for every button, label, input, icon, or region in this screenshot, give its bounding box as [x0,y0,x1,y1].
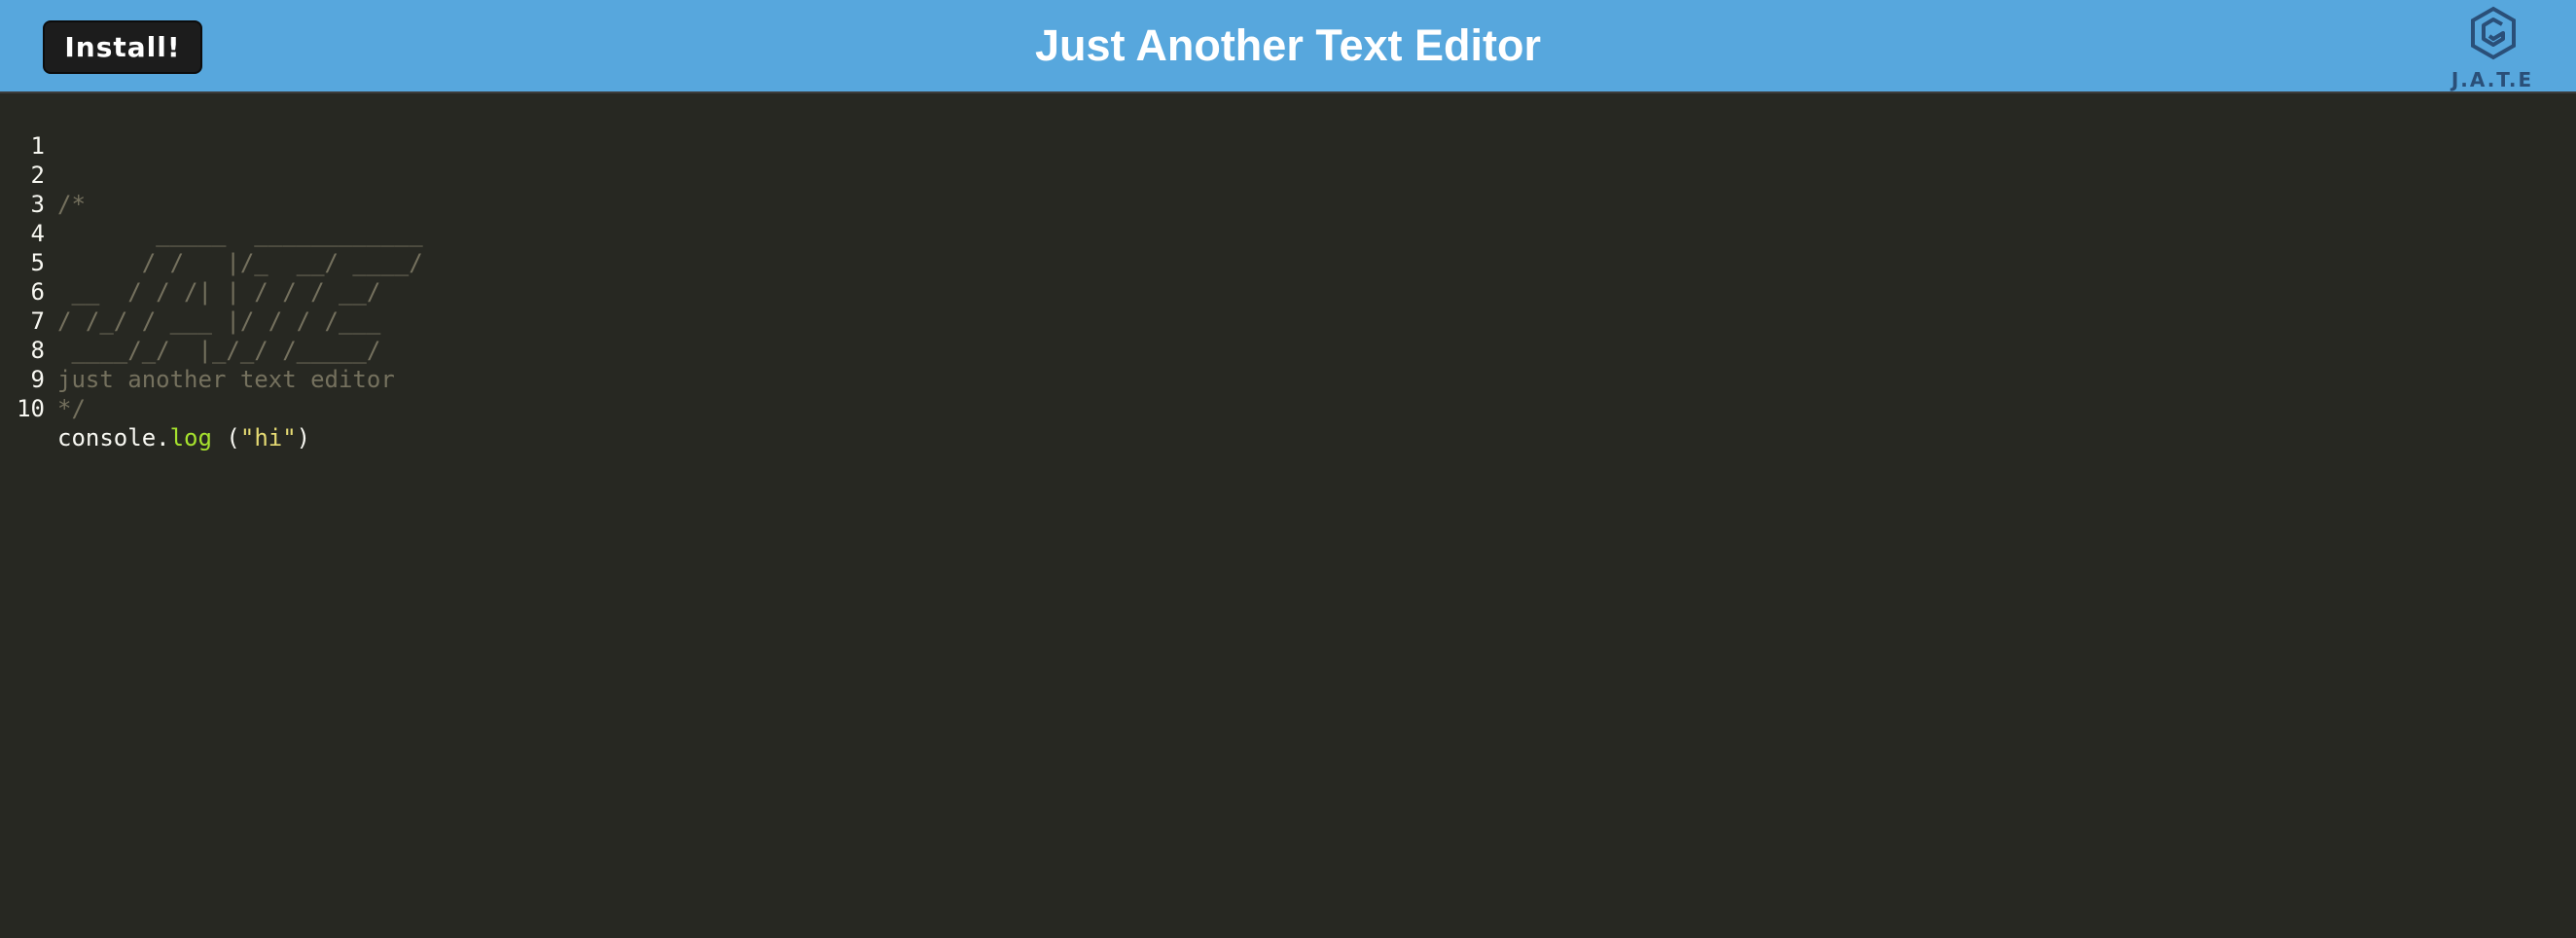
code-method: log [169,424,212,451]
code-line: 3 _____ ____________ [0,161,2576,247]
code-line: 10 console.log ("hi") [0,365,2576,451]
line-text: */ [57,395,86,422]
code-line: 2 /* [0,131,2576,218]
code-open-paren: ( [211,424,240,451]
code-close-paren: ) [296,424,311,451]
code-line: 9 */ [0,336,2576,422]
logo: J.A.T.E [2444,6,2541,91]
code-line: 7 ____/_/ |_/_/ /_____/ [0,277,2576,364]
cube-logo-icon [2471,6,2516,60]
code-line: 1 [0,102,2576,160]
page-title: Just Another Text Editor [1034,20,1542,70]
code-string: "hi" [239,424,297,451]
line-number: 10 [17,395,45,422]
code-object: console [57,424,157,451]
navbar: Install! Just Another Text Editor J.A.T.… [0,0,2576,93]
code-line: 4 / / |/_ __/ ____/ [0,190,2576,276]
code-line: 8 just another text editor [0,307,2576,393]
code-line: 6 / /_/ / ___ |/ / / /___ [0,248,2576,335]
code-editor[interactable]: 1 2 /* 3 _____ ____________ 4 / / |/_ __… [0,93,2576,938]
line-text: console.log ("hi") [57,423,310,452]
code-line: 5 __ / / /| | / / / __/ [0,219,2576,306]
code-dot: . [156,424,170,451]
logo-text: J.A.T.E [2451,68,2534,91]
